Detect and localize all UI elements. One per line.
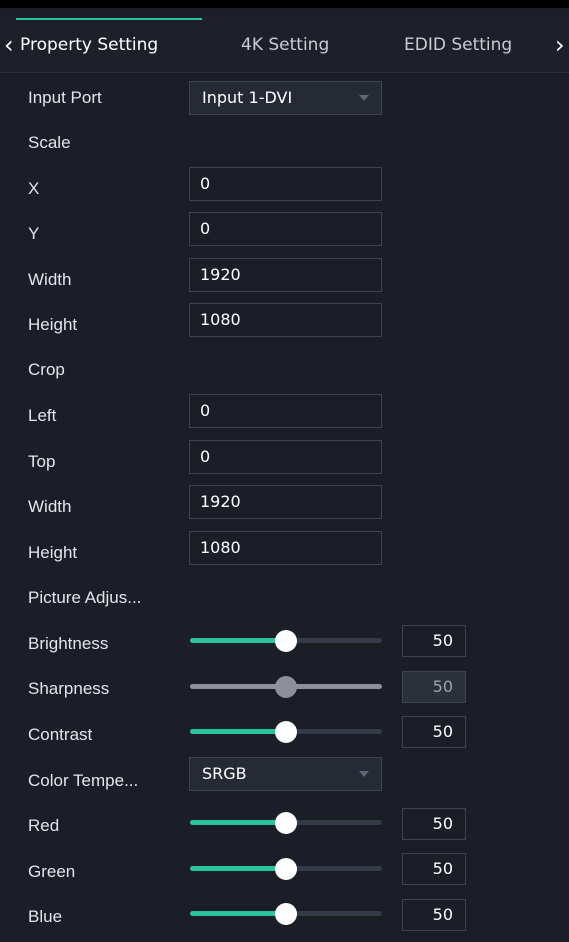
slider-thumb — [275, 676, 297, 698]
scale-height-label: Height — [28, 315, 78, 334]
scale-width-field[interactable]: 1920 — [189, 258, 382, 292]
chevron-left-icon[interactable]: ‹ — [4, 16, 14, 72]
chevron-right-icon[interactable]: › — [555, 16, 565, 72]
slider-fill — [190, 866, 286, 871]
slider-fill — [190, 820, 286, 825]
crop-width-label: Width — [28, 497, 72, 516]
green-value[interactable]: 50 — [402, 853, 466, 885]
input-port-label: Input Port — [28, 88, 102, 107]
property-panel — [0, 8, 569, 942]
scale-height-field[interactable]: 1080 — [189, 303, 382, 337]
scale-heading: Scale — [28, 133, 71, 152]
color-temp-select[interactable]: SRGB — [189, 757, 382, 791]
red-value[interactable]: 50 — [402, 808, 466, 840]
tab-4k-setting[interactable]: 4K Setting — [241, 16, 329, 72]
scale-x-field[interactable]: 0 — [189, 167, 382, 201]
green-label: Green — [28, 862, 76, 881]
tab-edid-setting[interactable]: EDID Setting — [404, 16, 512, 72]
slider-thumb[interactable] — [275, 812, 297, 834]
crop-left-field[interactable]: 0 — [189, 394, 382, 428]
slider-thumb[interactable] — [275, 903, 297, 925]
slider-fill — [190, 638, 286, 643]
crop-left-label: Left — [28, 406, 57, 425]
crop-height-field[interactable]: 1080 — [189, 531, 382, 565]
brightness-slider[interactable] — [190, 630, 382, 652]
blue-slider[interactable] — [190, 903, 382, 925]
green-slider[interactable] — [190, 858, 382, 880]
scale-x-label: X — [28, 179, 40, 198]
chevron-down-icon — [359, 95, 369, 101]
picture-adjust-heading: Picture Adjus... — [28, 588, 142, 607]
red-slider[interactable] — [190, 812, 382, 834]
tab-property-setting[interactable]: Property Setting — [20, 16, 158, 72]
red-label: Red — [28, 816, 60, 835]
contrast-value[interactable]: 50 — [402, 716, 466, 748]
sharpness-label: Sharpness — [28, 679, 110, 698]
color-temp-value: SRGB — [202, 764, 247, 783]
slider-thumb[interactable] — [275, 630, 297, 652]
brightness-value[interactable]: 50 — [402, 625, 466, 657]
crop-heading: Crop — [28, 360, 65, 379]
color-temp-label: Color Tempe... — [28, 771, 139, 790]
blue-label: Blue — [28, 907, 63, 926]
crop-top-label: Top — [28, 452, 56, 471]
crop-height-label: Height — [28, 543, 78, 562]
scale-width-label: Width — [28, 270, 72, 289]
sharpness-slider — [190, 676, 382, 698]
slider-thumb[interactable] — [275, 858, 297, 880]
input-port-select[interactable]: Input 1-DVI — [189, 81, 382, 115]
slider-thumb[interactable] — [275, 721, 297, 743]
scale-y-field[interactable]: 0 — [189, 212, 382, 246]
chevron-down-icon — [359, 771, 369, 777]
crop-width-field[interactable]: 1920 — [189, 485, 382, 519]
crop-top-field[interactable]: 0 — [189, 440, 382, 474]
blue-value[interactable]: 50 — [402, 899, 466, 931]
contrast-slider[interactable] — [190, 721, 382, 743]
contrast-label: Contrast — [28, 725, 93, 744]
slider-fill — [190, 911, 286, 916]
brightness-label: Brightness — [28, 634, 109, 653]
scale-y-label: Y — [28, 224, 40, 243]
tab-bar: ‹ Property Setting 4K Setting EDID Setti… — [0, 16, 569, 73]
slider-fill — [190, 729, 286, 734]
sharpness-value: 50 — [402, 671, 466, 703]
input-port-value: Input 1-DVI — [202, 88, 293, 107]
window-top-edge — [0, 0, 569, 8]
slider-fill — [190, 684, 286, 689]
